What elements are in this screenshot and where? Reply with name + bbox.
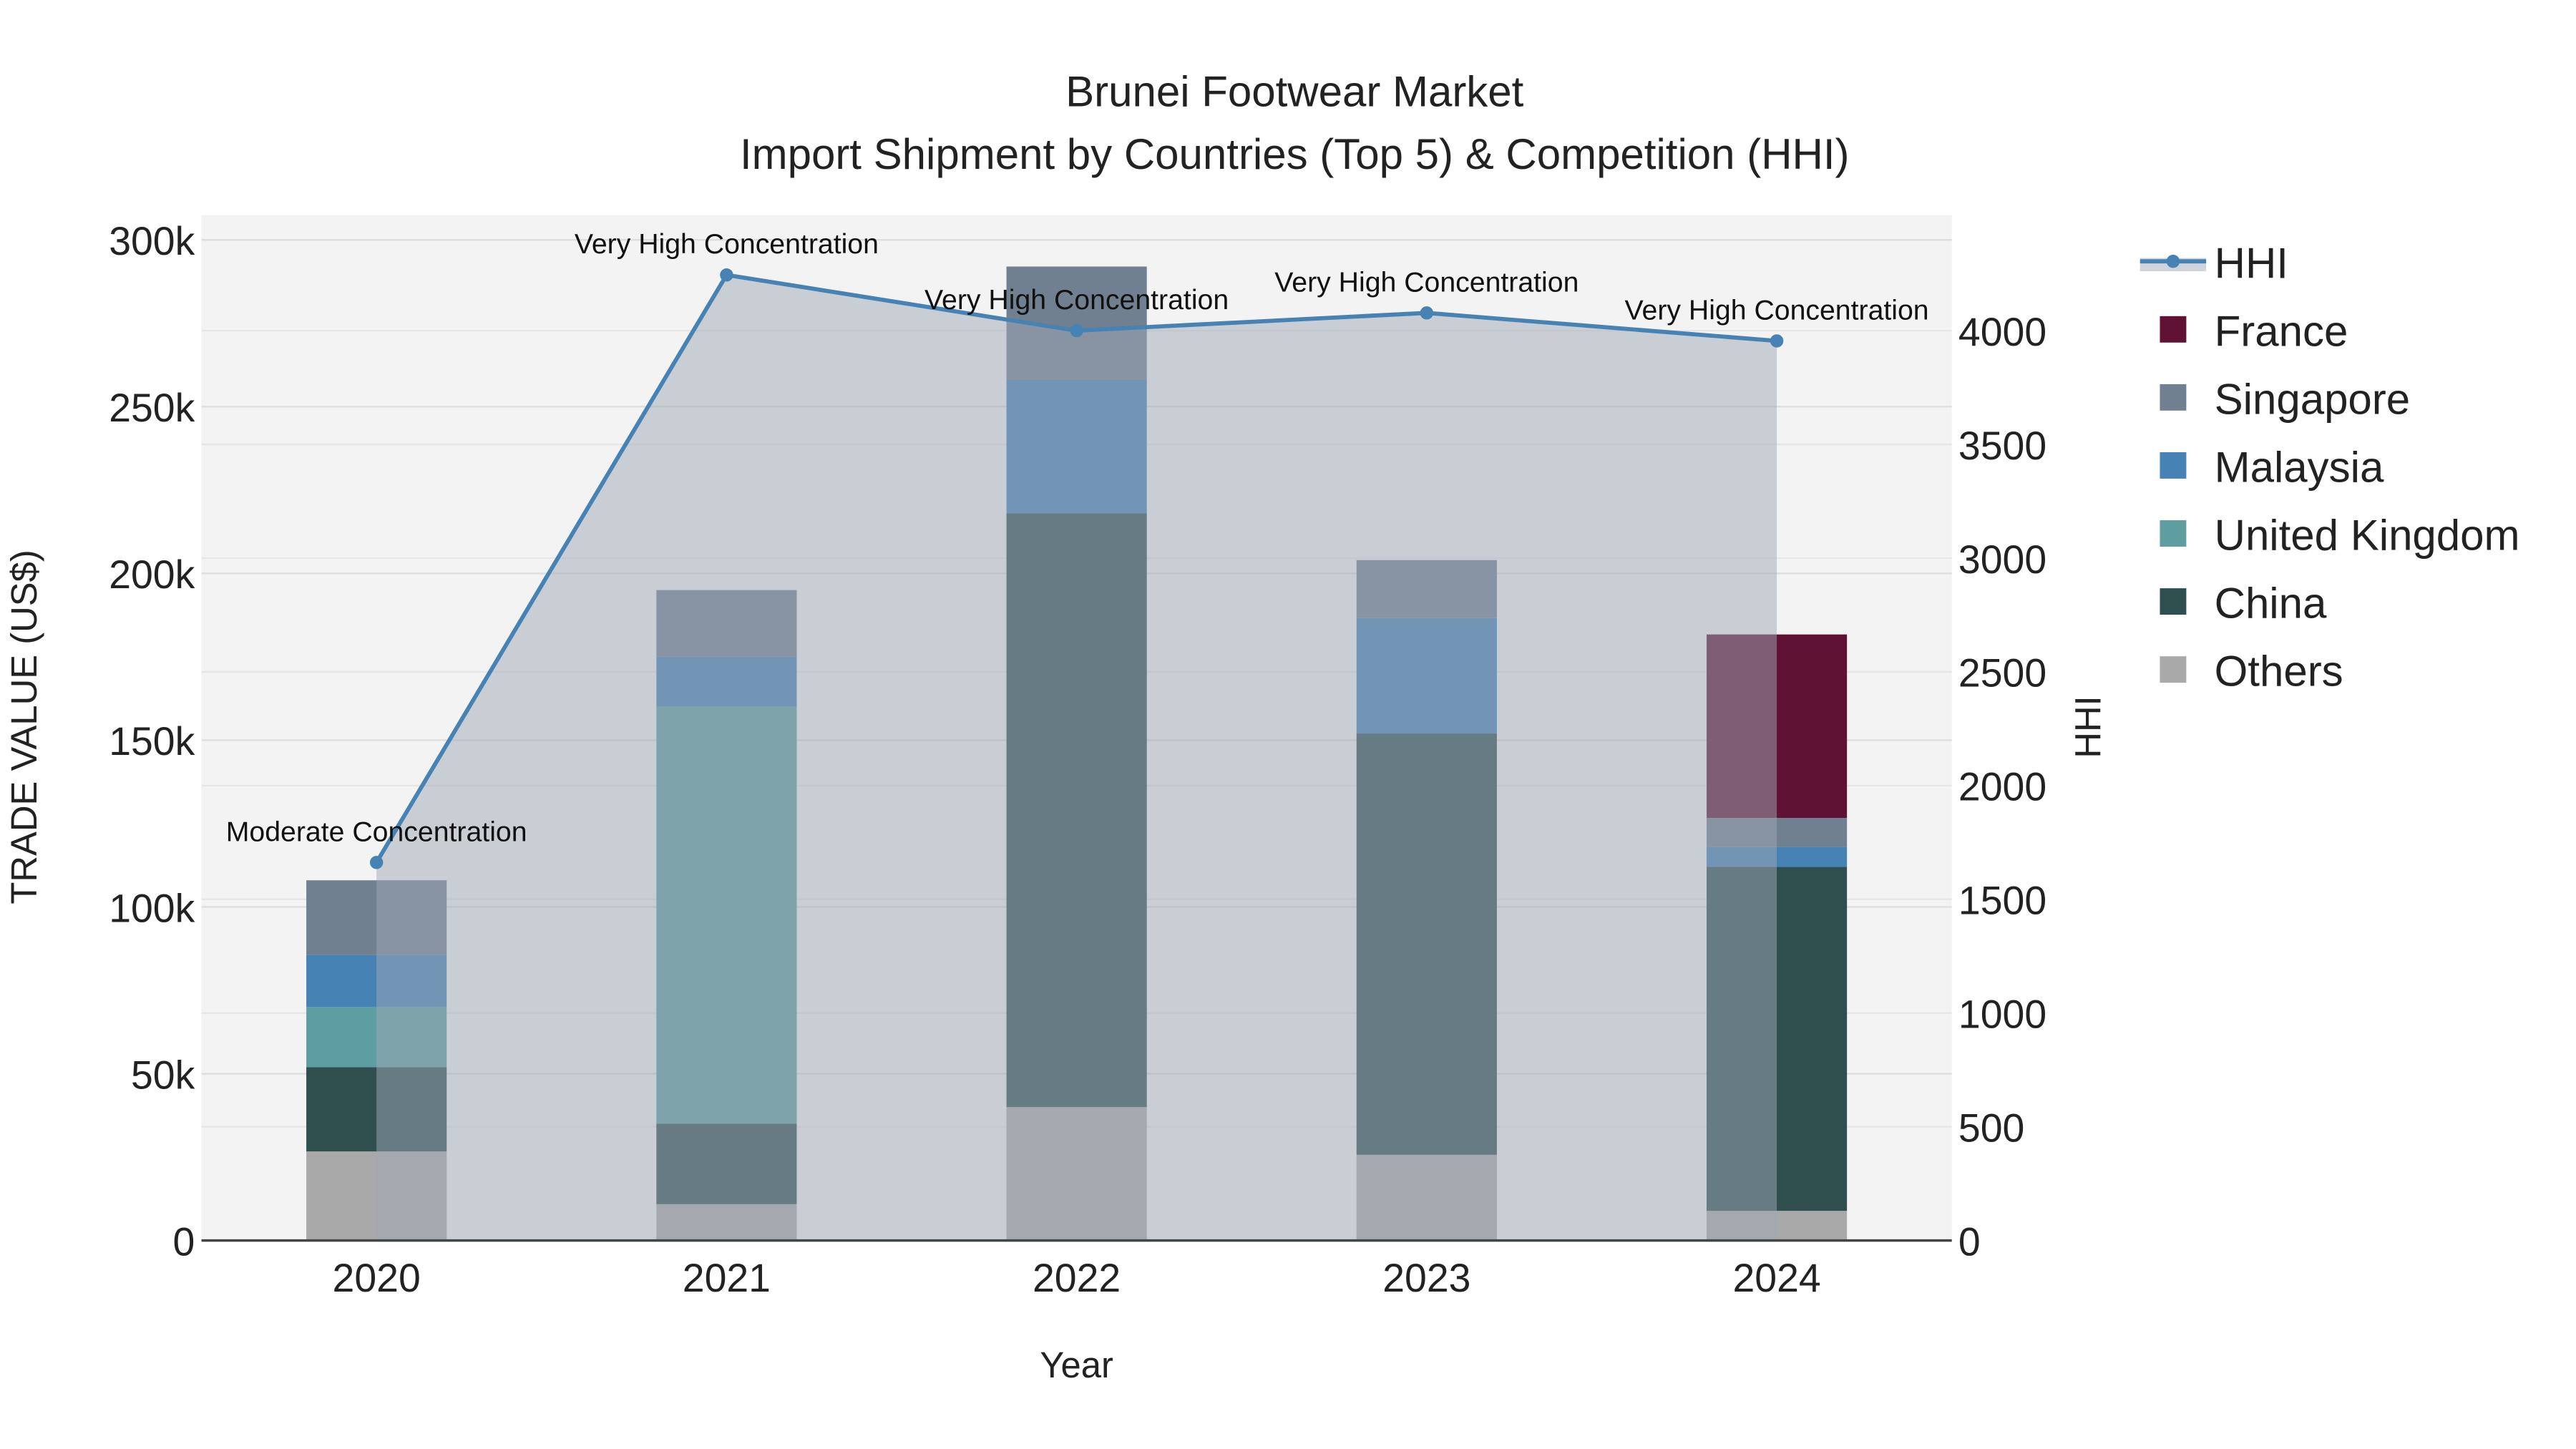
y-tick-label: 0 <box>172 1219 195 1264</box>
y2-tick-label: 3000 <box>1958 537 2046 582</box>
hhi-point-2024[interactable] <box>1770 334 1784 348</box>
legend-item-singapore[interactable]: Singapore <box>2160 375 2410 423</box>
y2-tick-label: 1000 <box>1958 992 2046 1037</box>
y-tick-label: 200k <box>109 552 195 597</box>
chart: Brunei Footwear Market Import Shipment b… <box>4 67 2520 1385</box>
hhi-point-2022[interactable] <box>1070 323 1083 338</box>
legend-label: HHI <box>2215 239 2288 287</box>
hhi-point-2021[interactable] <box>720 268 733 282</box>
x-tick-label: 2022 <box>1033 1256 1121 1300</box>
y2-tick-label: 0 <box>1958 1219 1981 1264</box>
legend-item-china[interactable]: China <box>2160 580 2327 628</box>
y-tick-label: 100k <box>109 886 195 930</box>
legend-label: Others <box>2215 648 2343 696</box>
x-axis-label: Year <box>1040 1345 1113 1385</box>
y-tick-label: 250k <box>109 386 195 430</box>
hhi-annotation: Moderate Concentration <box>226 816 527 847</box>
y2-tick-label: 500 <box>1958 1106 2024 1150</box>
y-tick-label: 150k <box>109 719 195 763</box>
x-tick-label: 2020 <box>333 1256 421 1300</box>
legend-swatch <box>2160 384 2187 411</box>
legend-label: France <box>2215 307 2348 355</box>
legend-item-france[interactable]: France <box>2160 307 2348 355</box>
legend-swatch <box>2160 656 2187 683</box>
hhi-point-2023[interactable] <box>1420 306 1434 320</box>
hhi-annotation: Very High Concentration <box>575 228 879 260</box>
y2-tick-label: 2500 <box>1958 651 2046 696</box>
legend-item-united-kingdom[interactable]: United Kingdom <box>2160 512 2520 560</box>
y2-axis-label: HHI <box>2067 696 2108 758</box>
hhi-annotation: Very High Concentration <box>1625 294 1929 326</box>
legend-swatch <box>2160 588 2187 615</box>
y2-tick-label: 3500 <box>1958 424 2046 468</box>
y-tick-label: 50k <box>131 1053 195 1097</box>
y2-tick-label: 2000 <box>1958 765 2046 809</box>
legend-label: Malaysia <box>2215 444 2384 492</box>
legend-label: Singapore <box>2215 375 2411 423</box>
x-tick-label: 2021 <box>683 1256 771 1300</box>
legend-item-others[interactable]: Others <box>2160 648 2343 696</box>
legend-item-hhi[interactable]: HHI <box>2140 239 2288 287</box>
legend-swatch <box>2160 520 2187 547</box>
y-tick-label: 300k <box>109 219 195 263</box>
hhi-annotation: Very High Concentration <box>924 284 1229 316</box>
y-axis-label: TRADE VALUE (US$) <box>4 550 44 904</box>
legend: HHI France Singapore Malaysia United Kingdom… <box>2140 239 2520 696</box>
chart-title: Brunei Footwear Market <box>1065 67 1524 115</box>
legend-label: China <box>2215 580 2327 628</box>
legend-swatch <box>2160 316 2187 343</box>
legend-item-malaysia[interactable]: Malaysia <box>2160 444 2384 492</box>
legend-swatch <box>2160 452 2187 479</box>
legend-swatch-marker <box>2166 254 2180 268</box>
x-tick-label: 2023 <box>1382 1256 1470 1300</box>
chart-subtitle: Import Shipment by Countries (Top 5) & C… <box>740 130 1850 178</box>
legend-label: United Kingdom <box>2215 512 2520 560</box>
hhi-point-2020[interactable] <box>369 856 384 869</box>
y2-tick-label: 4000 <box>1958 310 2046 354</box>
hhi-annotation: Very High Concentration <box>1274 266 1579 298</box>
y2-tick-label: 1500 <box>1958 879 2046 923</box>
x-tick-label: 2024 <box>1732 1256 1820 1300</box>
